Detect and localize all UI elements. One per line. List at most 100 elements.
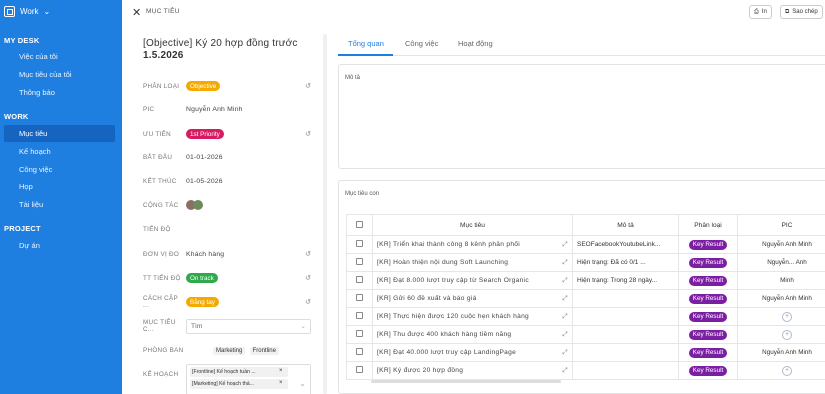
desc-cell[interactable]: Hiện trạng: Đã có 0/1 ... [572, 253, 679, 272]
update-method-badge[interactable]: Bằng tay [186, 297, 219, 307]
desc-cell[interactable] [572, 361, 679, 380]
row-checkbox[interactable] [356, 348, 363, 355]
pic-value[interactable]: Nguyễn Anh Minh [186, 106, 243, 113]
row-checkbox[interactable] [356, 294, 363, 301]
history-icon[interactable]: ↺ [305, 82, 311, 90]
pic-cell[interactable]: Nguyễn Anh Minh [737, 289, 825, 308]
table-row[interactable]: [KR] Thu được 400 khách hàng tiềm năng ⤢ K… [346, 325, 825, 344]
desc-cell[interactable] [572, 307, 679, 326]
type-badge[interactable]: Key Result [688, 275, 728, 286]
history-icon[interactable]: ↺ [305, 274, 311, 282]
goal-cell[interactable]: [KR] Gửi 60 đề xuất và báo giá ⤢ [372, 289, 573, 308]
tab-tasks[interactable]: Công việc [405, 39, 438, 48]
column-header-pic[interactable]: PIC [737, 214, 825, 236]
copy-button[interactable]: ⧉ Sao chép [780, 5, 823, 19]
table-row[interactable]: [KR] Ký được 20 hợp đồng ⤢ Key Result + [346, 361, 825, 380]
sidebar-item-goals[interactable]: Mục tiêu [4, 125, 115, 142]
type-badge[interactable]: Key Result [688, 257, 728, 268]
row-checkbox[interactable] [356, 312, 363, 319]
sidebar-item-plans[interactable]: Kế hoạch [4, 143, 115, 160]
type-badge[interactable]: Objective [186, 81, 221, 91]
type-badge[interactable]: Key Result [688, 239, 728, 250]
sidebar-item-projects[interactable]: Dự án [4, 237, 115, 254]
sidebar-item-my-tasks[interactable]: Việc của tôi [4, 48, 115, 65]
workspace-switcher[interactable]: Work ⌄ [4, 6, 50, 17]
expand-icon[interactable]: ⤢ [562, 331, 568, 339]
type-badge[interactable]: Key Result [688, 311, 728, 322]
pic-cell[interactable]: Minh [737, 271, 825, 290]
desc-cell[interactable] [572, 343, 679, 362]
expand-icon[interactable]: ⤢ [562, 295, 568, 303]
remove-icon[interactable]: × [279, 380, 283, 386]
sidebar-item-documents[interactable]: Tài liệu [4, 196, 115, 213]
status-badge[interactable]: On track [186, 273, 218, 283]
table-scrollbar[interactable] [371, 380, 561, 383]
properties-scrollbar[interactable] [323, 34, 327, 394]
sidebar-item-my-goals[interactable]: Mục tiêu của tôi [4, 66, 115, 83]
add-pic-icon[interactable]: + [782, 365, 792, 376]
start-date[interactable]: 01-01-2026 [186, 154, 223, 161]
add-pic-icon[interactable]: + [782, 311, 792, 322]
type-badge[interactable]: Key Result [688, 293, 728, 304]
goal-cell[interactable]: [KR] Hoàn thiện nội dung Soft Launching ⤢ [372, 253, 573, 272]
sidebar-item-meetings[interactable]: Họp [4, 178, 115, 195]
goal-cell[interactable]: [KR] Triển khai thành công 8 kênh phân p… [372, 235, 573, 254]
table-row[interactable]: [KR] Triển khai thành công 8 kênh phân p… [346, 235, 825, 254]
goal-cell[interactable]: [KR] Thu được 400 khách hàng tiềm năng ⤢ [372, 325, 573, 344]
expand-icon[interactable]: ⤢ [562, 277, 568, 285]
goal-cell[interactable]: [KR] Ký được 20 hợp đồng ⤢ [372, 361, 573, 380]
table-row[interactable]: [KR] Đạt 40.000 lượt truy cập LandingPag… [346, 343, 825, 362]
avatar-group[interactable] [186, 200, 203, 210]
sidebar-item-notifications[interactable]: Thông báo [4, 84, 115, 101]
history-icon[interactable]: ↺ [305, 298, 311, 306]
table-row[interactable]: [KR] Thực hiện được 120 cuộc hẹn khách h… [346, 307, 825, 326]
pic-cell[interactable]: + [737, 361, 825, 380]
expand-icon[interactable]: ⤢ [562, 241, 568, 249]
close-icon[interactable]: ✕ [132, 6, 141, 19]
plan-select[interactable]: [Frontline] Kế hoạch tuần ... × [Marketi… [186, 364, 311, 394]
priority-badge[interactable]: 1st Priority [186, 129, 224, 139]
print-button[interactable]: ⎙ In [749, 5, 772, 19]
parent-goal-select[interactable]: Tìm ⌄ [186, 318, 311, 334]
table-row[interactable]: [KR] Hoàn thiện nội dung Soft Launching ⤢… [346, 253, 825, 272]
dept-tag[interactable]: Marketing [213, 347, 246, 355]
row-checkbox[interactable] [356, 330, 363, 337]
row-checkbox[interactable] [356, 366, 363, 373]
row-checkbox[interactable] [356, 258, 363, 265]
tab-activity[interactable]: Hoạt động [458, 39, 493, 48]
desc-cell[interactable]: Hiện trạng: Trong 28 ngày... [572, 271, 679, 290]
history-icon[interactable]: ↺ [305, 130, 311, 138]
desc-cell[interactable] [572, 289, 679, 308]
desc-cell[interactable] [572, 325, 679, 344]
dept-tag[interactable]: Frontline [249, 347, 279, 355]
goal-cell[interactable]: [KR] Đạt 8.000 lượt truy cập từ Search O… [372, 271, 573, 290]
pic-cell[interactable]: + [737, 307, 825, 326]
type-badge[interactable]: Key Result [688, 347, 728, 358]
column-header-type[interactable]: Phân loại [678, 214, 738, 236]
remove-icon[interactable]: × [279, 368, 283, 374]
pic-cell[interactable]: Nguyễn Anh Minh [737, 235, 825, 254]
column-header-desc[interactable]: Mô tả [572, 214, 679, 236]
plan-tag[interactable]: [Marketing] Kế hoạch thá... [190, 379, 288, 389]
history-icon[interactable]: ↺ [305, 250, 311, 258]
end-date[interactable]: 01-05-2026 [186, 178, 223, 185]
select-all-checkbox[interactable] [356, 220, 363, 228]
expand-icon[interactable]: ⤢ [562, 313, 568, 321]
table-row[interactable]: [KR] Gửi 60 đề xuất và báo giá ⤢ Key Resul… [346, 289, 825, 308]
pic-cell[interactable]: Nguyễn Anh Minh [737, 343, 825, 362]
table-row[interactable]: [KR] Đạt 8.000 lượt truy cập từ Search O… [346, 271, 825, 290]
column-header-goal[interactable]: Mục tiêu [372, 214, 573, 236]
add-pic-icon[interactable]: + [782, 329, 792, 340]
row-checkbox[interactable] [356, 240, 363, 247]
row-checkbox[interactable] [356, 276, 363, 283]
sidebar-item-tasks[interactable]: Công việc [4, 161, 115, 178]
goal-cell[interactable]: [KR] Đạt 40.000 lượt truy cập LandingPag… [372, 343, 573, 362]
type-badge[interactable]: Key Result [688, 365, 728, 376]
pic-cell[interactable]: Nguyễn... Anh [737, 253, 825, 272]
unit-value[interactable]: Khách hàng [186, 251, 224, 258]
expand-icon[interactable]: ⤢ [562, 259, 568, 267]
pic-cell[interactable]: + [737, 325, 825, 344]
description-card[interactable]: Mô tả [338, 64, 825, 169]
type-badge[interactable]: Key Result [688, 329, 728, 340]
desc-cell[interactable]: SEOFacebookYoutubeLink... [572, 235, 679, 254]
